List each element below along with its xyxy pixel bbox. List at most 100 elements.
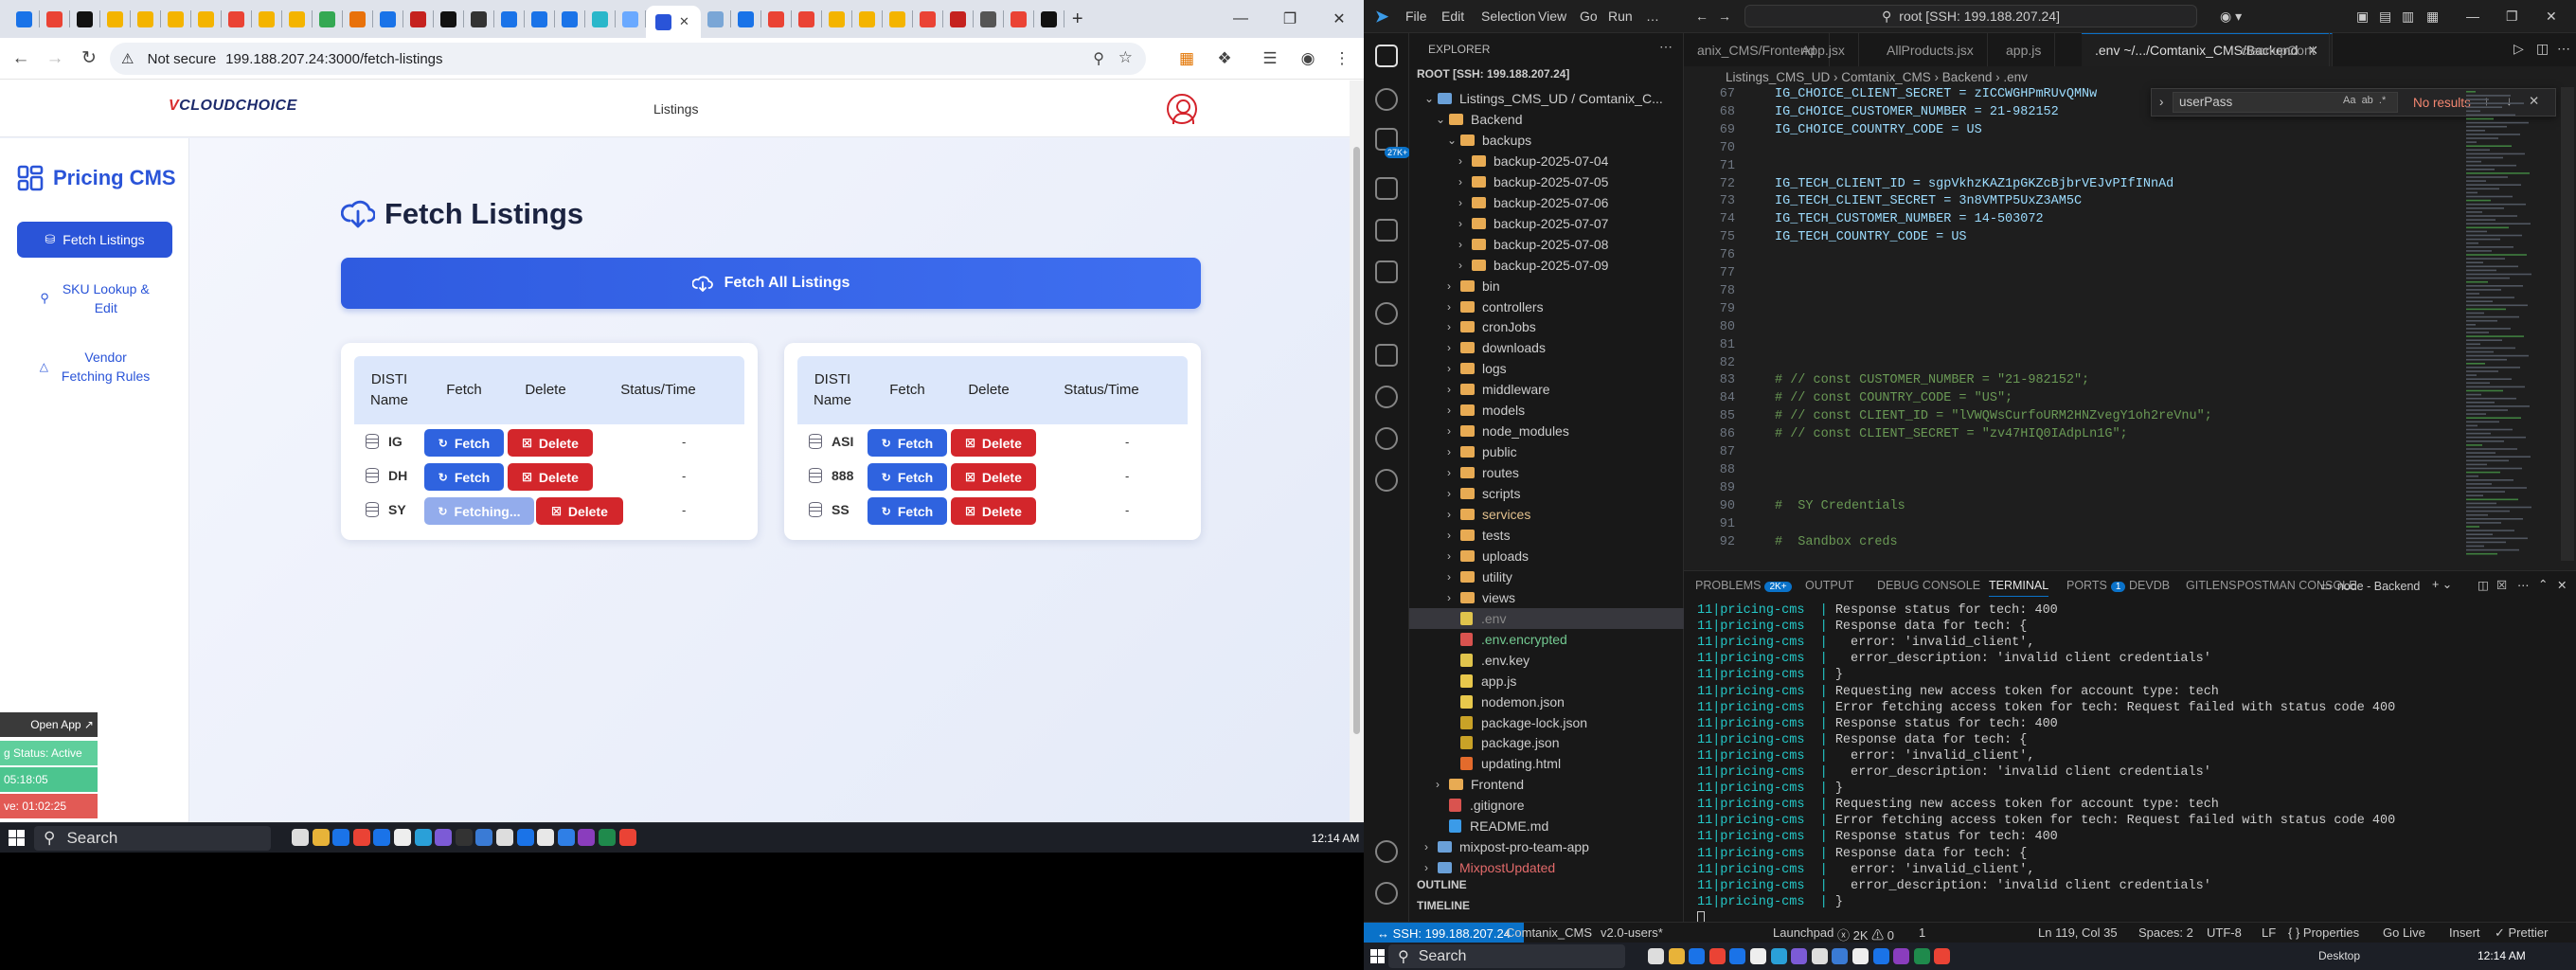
split-editor-icon[interactable]: ◫: [2536, 41, 2549, 57]
tab-favicon-icon[interactable]: [622, 10, 638, 27]
taskbar-app-icon[interactable]: [373, 829, 391, 846]
menu-edit[interactable]: Edit: [1441, 9, 1464, 24]
fetch-button[interactable]: ↻ Fetching...: [424, 497, 534, 525]
minimize-icon[interactable]: —: [1216, 0, 1265, 38]
tree-folder[interactable]: › node_modules: [1409, 421, 1684, 441]
taskbar-app-icon[interactable]: [1689, 948, 1706, 964]
tab-favicon-icon[interactable]: [828, 10, 845, 27]
layout-icon[interactable]: ▣: [2356, 9, 2369, 25]
fetch-button[interactable]: ↻ Fetch: [424, 429, 504, 457]
status-go-live[interactable]: Go Live: [2383, 925, 2425, 940]
tab-favicon-icon[interactable]: [349, 10, 366, 27]
extension-icon[interactable]: ▦: [1171, 43, 1203, 75]
gitlens-icon[interactable]: [1375, 302, 1398, 325]
tab-favicon-icon[interactable]: [767, 10, 784, 27]
tree-folder[interactable]: ⌄ Backend: [1409, 109, 1684, 130]
scrollbar[interactable]: [1350, 81, 1364, 825]
panel-tab-gitlens[interactable]: GITLENS: [2186, 579, 2237, 592]
postman-icon[interactable]: [1375, 469, 1398, 492]
taskbar-app-icon[interactable]: [537, 829, 555, 846]
tree-file[interactable]: package.json: [1409, 732, 1684, 753]
forward-icon[interactable]: →: [38, 42, 72, 76]
tree-file[interactable]: README.md: [1409, 816, 1684, 836]
tab-favicon-icon[interactable]: [259, 10, 275, 27]
tree-folder[interactable]: › bin: [1409, 276, 1684, 296]
taskbar-app-icon[interactable]: [475, 829, 493, 846]
status-insert[interactable]: Insert: [2449, 925, 2480, 940]
tab-favicon-icon[interactable]: [440, 10, 456, 27]
menu-file[interactable]: File: [1405, 9, 1427, 24]
tree-folder[interactable]: › tests: [1409, 525, 1684, 546]
menu-run[interactable]: Run: [1608, 9, 1633, 24]
menu-selection[interactable]: Selection: [1481, 9, 1536, 24]
tree-file[interactable]: updating.html: [1409, 753, 1684, 774]
more-actions-icon[interactable]: ⋯: [1659, 39, 1673, 55]
remote-explorer-icon[interactable]: [1375, 260, 1398, 283]
outline-section[interactable]: OUTLINE: [1417, 878, 1467, 891]
status-position[interactable]: Ln 119, Col 35: [2038, 925, 2118, 940]
panel-tab-debug-console[interactable]: DEBUG CONSOLE: [1877, 579, 1980, 592]
command-center[interactable]: ⚲ root [SSH: 199.188.207.24]: [1744, 5, 2197, 27]
forward-icon[interactable]: →: [1718, 9, 1731, 24]
tree-folder[interactable]: › backup-2025-07-05: [1409, 171, 1684, 192]
tree-folder[interactable]: ⌄ Listings_CMS_UD / Comtanix_C...: [1409, 88, 1684, 109]
desktop-label[interactable]: Desktop: [2318, 949, 2360, 962]
tab-favicon-icon[interactable]: [858, 10, 875, 27]
tree-folder[interactable]: › middleware: [1409, 379, 1684, 400]
tab-favicon-icon[interactable]: [228, 10, 244, 27]
open-app-button[interactable]: Open App ↗: [0, 712, 98, 737]
extensions-icon[interactable]: [1375, 219, 1398, 242]
tree-file[interactable]: .env.key: [1409, 650, 1684, 671]
taskbar-app-icon[interactable]: [1770, 948, 1787, 964]
tab-favicon-icon[interactable]: [1040, 10, 1057, 27]
bookmark-star-icon[interactable]: ☆: [1118, 48, 1133, 67]
tab-favicon-icon[interactable]: [737, 10, 754, 27]
tree-folder[interactable]: › downloads: [1409, 337, 1684, 358]
status-properties[interactable]: { } Properties: [2288, 925, 2359, 940]
taskbar-app-icon[interactable]: [414, 829, 432, 846]
terminal-output[interactable]: 11|pricing-cms | Response status for tec…: [1697, 600, 2549, 925]
delete-button[interactable]: ☒ Delete: [508, 429, 593, 457]
testing-icon[interactable]: [1375, 344, 1398, 367]
tree-folder[interactable]: › backup-2025-07-09: [1409, 255, 1684, 276]
tree-folder[interactable]: › uploads: [1409, 546, 1684, 566]
puzzle-icon[interactable]: ❖: [1208, 43, 1241, 75]
panel-tab-devdb[interactable]: DEVDB: [2129, 579, 2170, 592]
back-icon[interactable]: ←: [4, 42, 38, 76]
layout-icon[interactable]: ▤: [2379, 9, 2391, 25]
chevron-right-icon[interactable]: ›: [2159, 95, 2164, 109]
tree-folder[interactable]: › Frontend: [1409, 774, 1684, 795]
files-icon[interactable]: [1375, 45, 1398, 67]
tree-folder[interactable]: › backup-2025-07-07: [1409, 213, 1684, 234]
maximize-icon[interactable]: ❐: [1265, 0, 1315, 38]
taskbar-app-icon[interactable]: [1893, 948, 1910, 964]
tab-favicon-icon[interactable]: [592, 10, 608, 27]
delete-button[interactable]: ☒ Delete: [951, 463, 1036, 491]
taskbar-app-icon[interactable]: [394, 829, 411, 846]
taskbar-app-icon[interactable]: [1729, 948, 1746, 964]
editor-tab[interactable]: AllProducts.jsx: [1873, 33, 1988, 66]
tab-active[interactable]: ✕: [646, 6, 701, 38]
taskbar-app-icon[interactable]: [516, 829, 534, 846]
tree-folder[interactable]: › backup-2025-07-04: [1409, 151, 1684, 171]
more-actions-icon[interactable]: ⋯: [2517, 578, 2530, 592]
tree-folder[interactable]: › routes: [1409, 462, 1684, 483]
run-debug-icon[interactable]: [1375, 177, 1398, 200]
add-terminal-icon[interactable]: + ⌄: [2432, 577, 2452, 591]
panel-tab-output[interactable]: OUTPUT: [1805, 579, 1853, 592]
run-icon[interactable]: ▷: [2513, 41, 2524, 57]
close-icon[interactable]: ✕: [1315, 0, 1364, 38]
close-icon[interactable]: ✕: [2546, 9, 2557, 25]
tab-favicon-icon[interactable]: [107, 10, 123, 27]
tab-favicon-icon[interactable]: [380, 10, 396, 27]
delete-button[interactable]: ☒ Delete: [951, 429, 1036, 457]
taskbar-app-icon[interactable]: [1872, 948, 1889, 964]
taskbar-app-icon[interactable]: [1708, 948, 1726, 964]
match-case-icon[interactable]: Aa ab .*: [2343, 95, 2386, 106]
terminal-selector[interactable]: ▭ node - Backend: [2320, 579, 2420, 593]
editor-tab[interactable]: App.jsx: [1788, 33, 1859, 66]
search-icon[interactable]: [1375, 88, 1398, 111]
tab-favicon-icon[interactable]: [168, 10, 184, 27]
tree-file[interactable]: app.js: [1409, 671, 1684, 692]
account-icon[interactable]: [1375, 840, 1398, 863]
